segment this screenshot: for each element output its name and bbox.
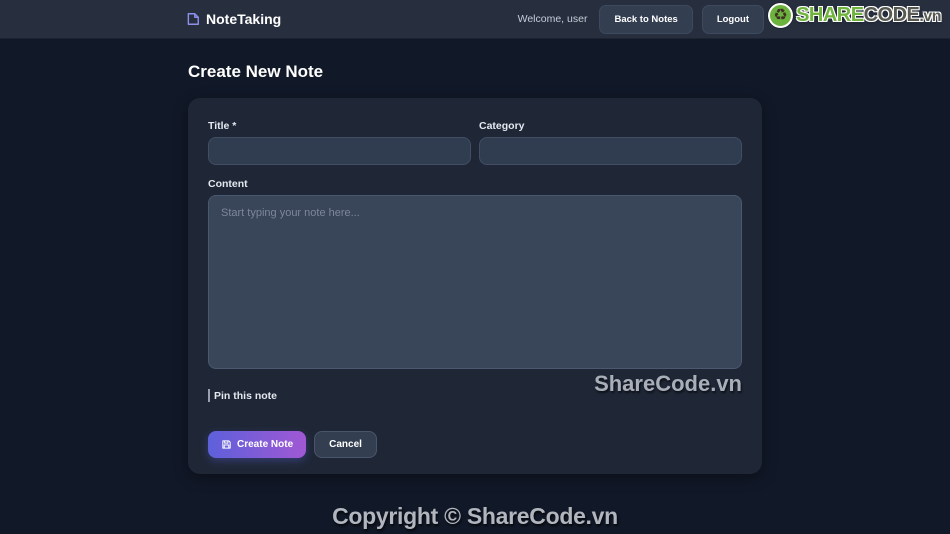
pin-label[interactable]: Pin this note [214,390,277,402]
note-icon [186,12,200,26]
back-to-notes-button[interactable]: Back to Notes [599,4,693,34]
category-label: Category [479,120,525,132]
form-actions-row: Create Note Cancel [208,431,742,458]
create-note-button-label: Create Note [237,439,294,450]
title-label: Title * [208,120,237,132]
sharecode-logo: ♻ SHARECODE.vn [768,3,941,28]
recycle-icon: ♻ [768,3,794,28]
page-title: Create New Note [188,62,324,81]
create-note-form-card: Title * Category Content Pin this note S… [188,98,762,474]
logout-button[interactable]: Logout [701,4,764,34]
logo-code-text: CODE [863,4,920,26]
brand-link[interactable]: NoteTaking [186,11,281,27]
title-category-row: Title * Category [208,120,742,165]
content-textarea[interactable] [208,195,742,369]
copyright-text: Copyright © ShareCode.vn [332,503,618,529]
logo-vn-text: .vn [919,8,941,25]
content-field-group: Content [208,178,742,374]
welcome-text: Welcome, user [517,13,588,25]
save-icon [221,439,232,450]
watermark-text: ShareCode.vn [594,371,742,396]
brand-label: NoteTaking [206,11,282,27]
title-field-group: Title * [208,120,471,165]
pin-checkbox[interactable] [208,389,210,402]
logo-share-text: SHARE [796,4,864,26]
create-note-button[interactable]: Create Note [208,431,307,458]
main-content: Create New Note Title * Category Content… [188,62,762,530]
navbar-right: Welcome, user Back to Notes Logout [517,4,764,34]
footer: Copyright © ShareCode.vn [188,503,762,530]
title-input[interactable] [208,137,471,165]
navbar-inner: NoteTaking Welcome, user Back to Notes L… [186,4,764,34]
category-input[interactable] [479,137,742,165]
sharecode-logo-text: SHARECODE.vn [796,4,941,27]
content-label: Content [208,178,248,190]
category-field-group: Category [479,120,742,165]
cancel-button[interactable]: Cancel [314,431,377,458]
